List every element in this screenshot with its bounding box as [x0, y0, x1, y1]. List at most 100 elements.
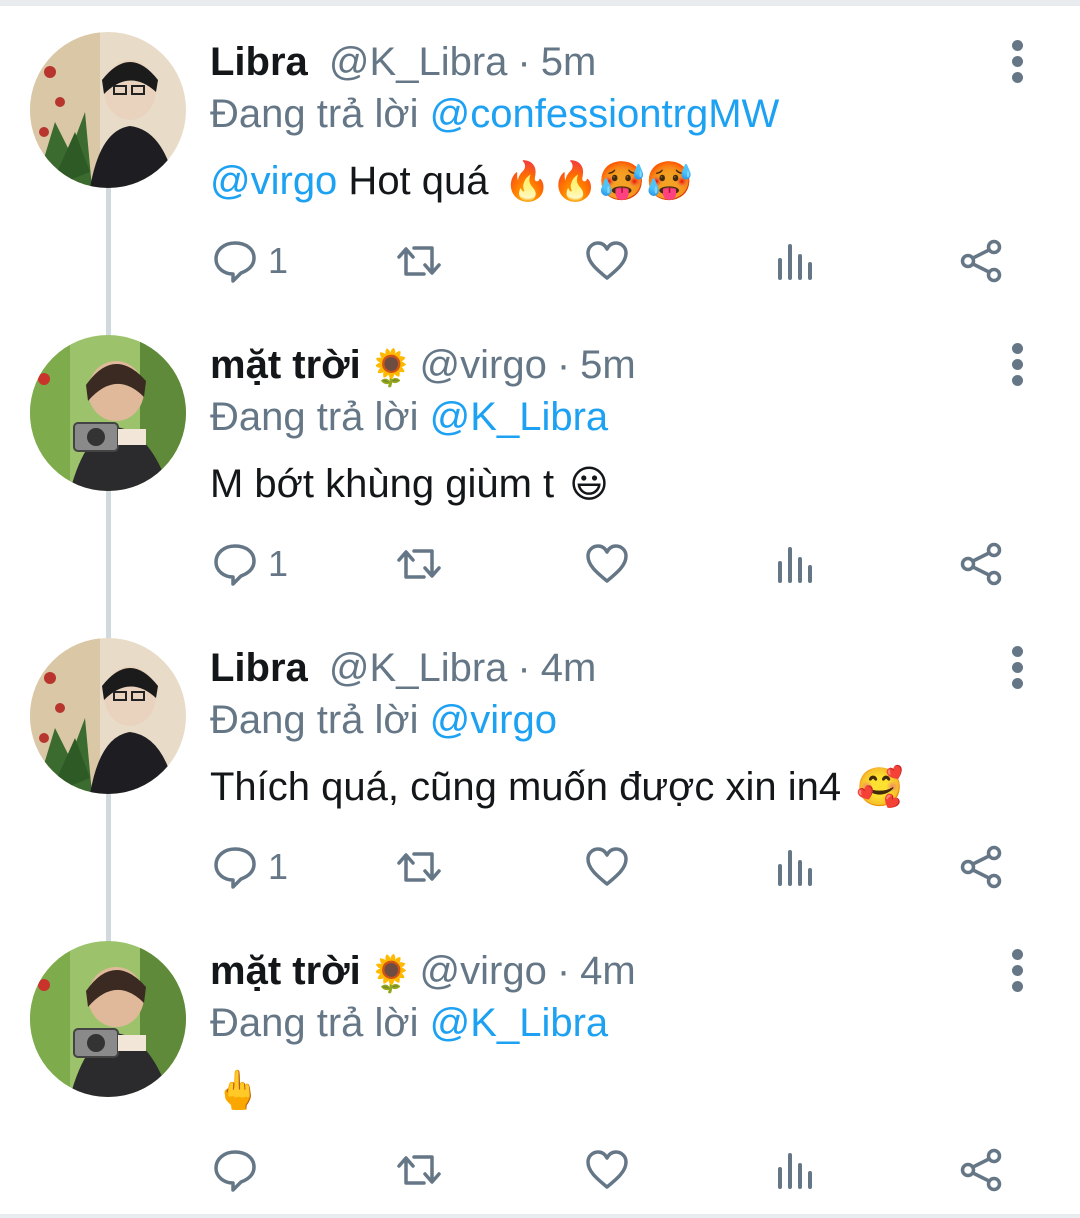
- tweet-header: Libra @K_Libra · 4m: [210, 644, 596, 692]
- tweet[interactable]: mặt trời 🌻 @virgo · 5m Đang trả lời @K_Libra…: [0, 309, 1080, 644]
- tweet[interactable]: Libra @K_Libra · 5m Đang trả lời @confessi…: [0, 6, 1080, 341]
- reply-prefix: Đang trả lời: [210, 698, 419, 742]
- retweet-button[interactable]: [396, 539, 442, 589]
- avatar[interactable]: [30, 638, 186, 794]
- replying-to: Đang trả lời @K_Libra: [210, 393, 608, 441]
- comment-icon: [214, 544, 256, 586]
- text-content: Hot quá: [337, 159, 500, 203]
- timestamp: 5m: [540, 40, 597, 84]
- analytics-button[interactable]: [772, 236, 818, 286]
- heart-icon: [586, 241, 628, 280]
- reply-to-mention[interactable]: @virgo: [430, 698, 557, 742]
- timestamp: 4m: [540, 646, 597, 690]
- tweet-header: mặt trời 🌻 @virgo · 4m: [210, 947, 636, 998]
- reply-button[interactable]: 1: [212, 236, 288, 286]
- timestamp: 5m: [580, 343, 636, 387]
- like-button[interactable]: [584, 539, 630, 589]
- retweet-button[interactable]: [396, 842, 442, 892]
- reply-prefix: Đang trả lời: [210, 395, 419, 439]
- comment-icon: [214, 847, 256, 889]
- handle[interactable]: @virgo: [420, 343, 547, 387]
- avatar[interactable]: [30, 32, 186, 188]
- avatar[interactable]: [30, 941, 186, 1097]
- action-bar: 1: [212, 842, 1012, 892]
- display-name[interactable]: Libra: [210, 646, 308, 690]
- more-vertical-icon[interactable]: [1004, 949, 1030, 993]
- reply-to-mention[interactable]: @K_Libra: [430, 1001, 608, 1045]
- more-vertical-icon[interactable]: [1004, 646, 1030, 690]
- more-vertical-icon[interactable]: [1004, 343, 1030, 387]
- like-button[interactable]: [584, 842, 630, 892]
- handle[interactable]: @K_Libra: [329, 646, 507, 690]
- share-button[interactable]: [958, 539, 1004, 589]
- reply-to-mention[interactable]: @confessiontrgMW: [430, 92, 780, 136]
- retweet-icon: [397, 246, 441, 276]
- share-button[interactable]: [958, 1145, 1004, 1195]
- reply-to-mention[interactable]: @K_Libra: [430, 395, 608, 439]
- avatar[interactable]: [30, 335, 186, 491]
- heart-icon: [586, 1150, 628, 1189]
- replying-to: Đang trả lời @K_Libra: [210, 999, 608, 1047]
- share-button[interactable]: [958, 236, 1004, 286]
- text-emoji: 🔥🔥🥵🥵: [503, 161, 693, 203]
- share-icon: [960, 542, 1002, 586]
- reply-count: 1: [268, 240, 289, 281]
- retweet-icon: [397, 852, 441, 882]
- retweet-button[interactable]: [396, 1145, 442, 1195]
- share-icon: [960, 845, 1002, 889]
- display-name[interactable]: mặt trời: [210, 343, 361, 387]
- bottom-divider: [0, 1214, 1080, 1218]
- text-content: M bớt khùng giùm t: [210, 462, 566, 506]
- comment-icon: [214, 241, 256, 283]
- tweet-text: M bớt khùng giùm t 😃: [210, 457, 609, 512]
- reply-count: 1: [268, 846, 289, 887]
- comment-icon: [214, 1150, 256, 1192]
- tweet-text: @virgo Hot quá 🔥🔥🥵🥵: [210, 154, 693, 209]
- text-emoji: 🖕: [214, 1070, 262, 1112]
- tweet[interactable]: Libra @K_Libra · 4m Đang trả lời @virgo Th…: [0, 612, 1080, 947]
- separator-dot: ·: [556, 949, 571, 993]
- reply-button[interactable]: [212, 1145, 258, 1195]
- separator-dot: ·: [517, 40, 531, 84]
- reply-count: 1: [268, 543, 289, 584]
- reply-button[interactable]: 1: [212, 539, 288, 589]
- text-content: Thích quá, cũng muốn được xin in4: [210, 765, 853, 809]
- display-name[interactable]: mặt trời: [210, 949, 361, 993]
- share-icon: [960, 239, 1002, 283]
- replying-to: Đang trả lời @confessiontrgMW: [210, 90, 779, 138]
- more-vertical-icon[interactable]: [1004, 40, 1030, 84]
- heart-icon: [586, 544, 628, 583]
- handle[interactable]: @virgo: [420, 949, 547, 993]
- like-button[interactable]: [584, 236, 630, 286]
- sunflower-emoji: 🌻: [368, 953, 414, 994]
- tweet-text: Thích quá, cũng muốn được xin in4 🥰: [210, 760, 904, 815]
- reply-prefix: Đang trả lời: [210, 92, 419, 136]
- tweet-header: mặt trời 🌻 @virgo · 5m: [210, 341, 636, 392]
- replying-to: Đang trả lời @virgo: [210, 696, 557, 744]
- analytics-icon: [778, 244, 812, 280]
- analytics-icon: [778, 547, 812, 583]
- display-name[interactable]: Libra: [210, 40, 308, 84]
- tweet[interactable]: mặt trời 🌻 @virgo · 4m Đang trả lời @K_Libra…: [0, 915, 1080, 1218]
- text-emoji: 🥰: [856, 767, 904, 809]
- analytics-button[interactable]: [772, 842, 818, 892]
- reply-button[interactable]: 1: [212, 842, 288, 892]
- share-button[interactable]: [958, 842, 1004, 892]
- analytics-button[interactable]: [772, 1145, 818, 1195]
- tweet-header: Libra @K_Libra · 5m: [210, 38, 596, 86]
- timestamp: 4m: [580, 949, 636, 993]
- analytics-icon: [778, 1153, 812, 1189]
- retweet-icon: [397, 1155, 441, 1185]
- analytics-icon: [778, 850, 812, 886]
- reply-thread: Libra @K_Libra · 5m Đang trả lời @confessi…: [0, 6, 1080, 1218]
- analytics-button[interactable]: [772, 539, 818, 589]
- separator-dot: ·: [517, 646, 531, 690]
- handle[interactable]: @K_Libra: [329, 40, 507, 84]
- like-button[interactable]: [584, 1145, 630, 1195]
- action-bar: 1: [212, 539, 1012, 589]
- reply-prefix: Đang trả lời: [210, 1001, 419, 1045]
- sunflower-emoji: 🌻: [368, 347, 414, 388]
- text-mention[interactable]: @virgo: [210, 159, 337, 203]
- retweet-button[interactable]: [396, 236, 442, 286]
- text-emoji: 😃: [569, 464, 609, 506]
